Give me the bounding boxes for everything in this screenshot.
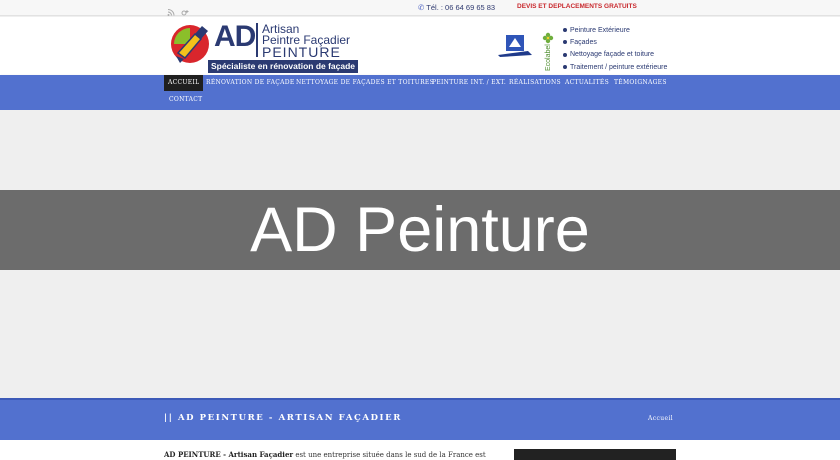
social-links — [167, 2, 189, 16]
service-item: Traitement / peinture extérieure — [563, 62, 667, 74]
quality-labels: Ecolabel — [498, 32, 554, 71]
intro-paragraph: AD PEINTURE - Artisan Façadier est une e… — [164, 450, 504, 459]
nav-item-actualites[interactable]: ACTUALITÉS — [565, 75, 609, 91]
free-quote-link[interactable]: DEVIS ET DEPLACEMENTS GRATUITS — [517, 3, 637, 10]
main-navigation: ACCUEIL RÉNOVATION DE FAÇADE NETTOYAGE D… — [0, 75, 840, 110]
page-title-bar: || AD PEINTURE - ARTISAN FAÇADIER Accuei… — [0, 398, 840, 440]
nav-item-nettoyage[interactable]: NETTOYAGE DE FAÇADES ET TOITURES — [296, 75, 434, 91]
qualification-badge-icon — [498, 35, 532, 57]
google-plus-icon[interactable] — [181, 2, 189, 16]
intro-lead-text: est une entreprise située dans le sud de… — [293, 451, 486, 459]
logo-divider — [256, 23, 258, 57]
ecolabel-flower-icon — [542, 32, 554, 44]
main-content: AD PEINTURE - Artisan Façadier est une e… — [0, 440, 840, 460]
nav-item-peinture[interactable]: PEINTURE INT. / EXT. — [432, 75, 506, 91]
hero-title: AD Peinture — [250, 195, 590, 265]
nav-item-contact[interactable]: CONTACT — [169, 92, 202, 108]
hero-title-band: AD Peinture — [0, 190, 840, 270]
intro-lead-bold: AD PEINTURE - Artisan Façadier — [164, 450, 294, 459]
hero-banner: AD Peinture — [0, 110, 840, 398]
promo-text: DEVIS ET DEPLACEMENTS GRATUITS — [517, 3, 637, 10]
logo-tagline: Spécialiste en rénovation de façade — [208, 60, 358, 73]
site-logo[interactable]: AD Artisan Peintre Façadier PEINTURE Spé… — [168, 20, 360, 74]
top-utility-bar: ✆ Tél. : 06 64 69 65 83 DEVIS ET DEPLACEM… — [0, 0, 840, 16]
services-list: Peinture Extérieure Façades Nettoyage fa… — [563, 25, 667, 74]
breadcrumb-home[interactable]: Accueil — [648, 415, 673, 422]
page-title: || AD PEINTURE - ARTISAN FAÇADIER — [164, 413, 402, 423]
service-item: Façades — [563, 37, 667, 49]
phone-icon: ✆ — [418, 3, 425, 12]
nav-item-realisations[interactable]: RÉALISATIONS — [509, 75, 561, 91]
phone-contact[interactable]: ✆ Tél. : 06 64 69 65 83 — [418, 3, 495, 12]
logo-line-peinture: PEINTURE — [262, 44, 341, 60]
site-header: AD Artisan Peintre Façadier PEINTURE Spé… — [0, 17, 840, 75]
sidebar-widget — [514, 449, 676, 460]
paint-brush-logo-icon — [171, 25, 209, 63]
service-item: Nettoyage façade et toiture — [563, 49, 667, 61]
nav-item-temoignages[interactable]: TÉMOIGNAGES — [614, 75, 667, 91]
logo-monogram: AD — [214, 20, 256, 53]
ecolabel-text: Ecolabel — [545, 44, 552, 71]
rss-icon[interactable] — [167, 2, 175, 16]
nav-item-accueil[interactable]: ACCUEIL — [164, 75, 204, 91]
service-item: Peinture Extérieure — [563, 25, 667, 37]
phone-number: Tél. : 06 64 69 65 83 — [426, 3, 496, 12]
nav-item-renovation-facade[interactable]: RÉNOVATION DE FAÇADE — [206, 75, 295, 91]
